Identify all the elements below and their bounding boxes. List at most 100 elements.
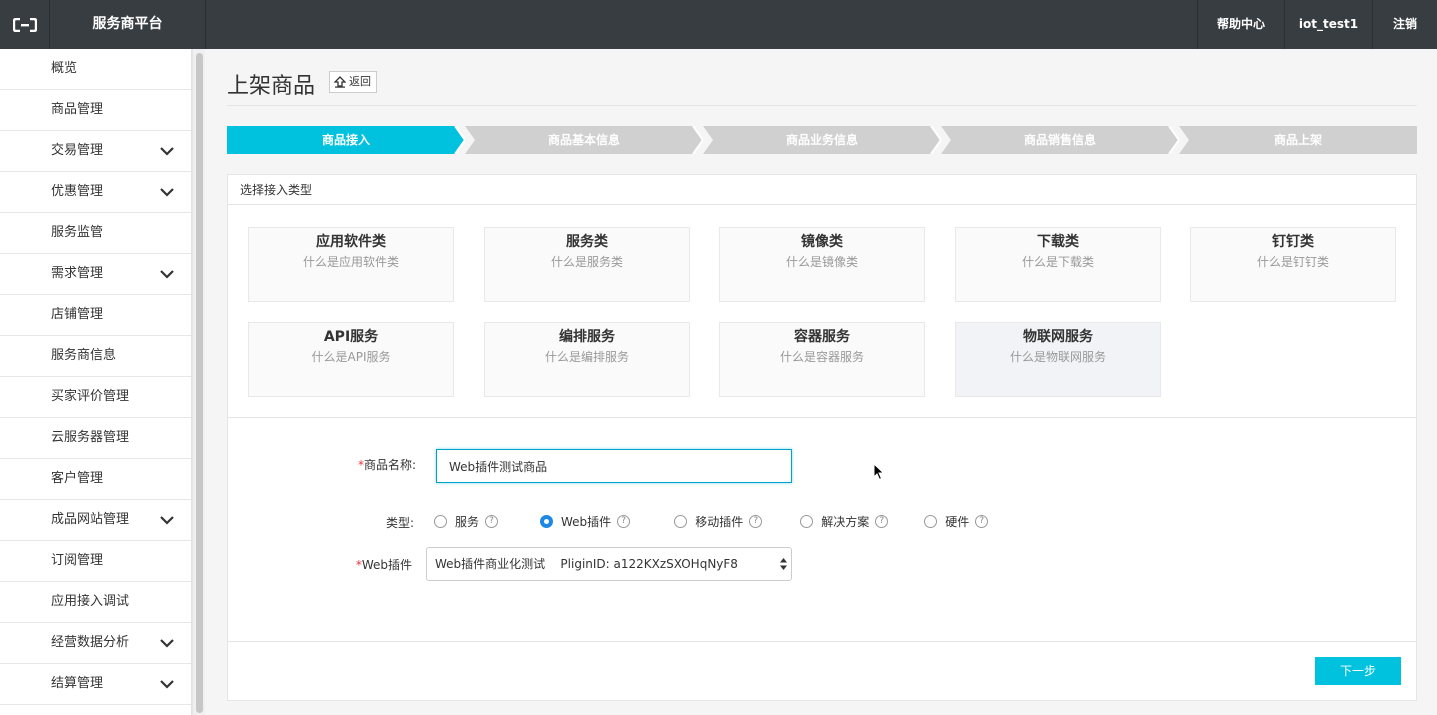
type-card[interactable]: 应用软件类 什么是应用软件类	[248, 227, 454, 302]
type-card-help-link[interactable]: 什么是物联网服务	[956, 350, 1160, 364]
sidebar-item-label: 服务商信息	[51, 348, 117, 363]
type-card-help-link[interactable]: 什么是应用软件类	[249, 255, 453, 269]
type-radio-option[interactable]: 移动插件?	[674, 513, 763, 530]
sidebar-scroll-thumb[interactable]	[196, 53, 203, 713]
type-card[interactable]: 服务类 什么是服务类	[484, 227, 690, 302]
type-card[interactable]: API服务 什么是API服务	[248, 322, 454, 397]
mouse-cursor-icon	[873, 463, 885, 481]
sidebar-item[interactable]: 结算管理	[0, 664, 191, 705]
sidebar-item-label: 应用接入调试	[51, 594, 130, 609]
next-step-button[interactable]: 下一步	[1315, 657, 1401, 685]
help-question-icon[interactable]: ?	[975, 514, 989, 528]
radio-label: 服务	[455, 514, 480, 529]
type-card-help-link[interactable]: 什么是钉钉类	[1191, 255, 1395, 269]
type-card[interactable]: 镜像类 什么是镜像类	[719, 227, 925, 302]
user-account-link[interactable]: iot_test1	[1284, 0, 1372, 49]
chevron-down-icon[interactable]	[159, 186, 175, 198]
sidebar-item[interactable]: 交易管理	[0, 131, 191, 172]
sidebar-item-label: 订阅管理	[51, 553, 104, 568]
sidebar-item[interactable]: 成品网站管理	[0, 500, 191, 541]
main-content: 上架商品 返回 商品接入 商品基本信息 商品业务信息 商品销售信息 商品上架 选择接入类…	[205, 49, 1437, 715]
sidebar-item[interactable]: 云服务器管理	[0, 418, 191, 459]
help-question-icon[interactable]: ?	[749, 514, 763, 528]
type-radio-option[interactable]: 服务?	[434, 513, 499, 530]
product-name-input[interactable]	[436, 449, 792, 483]
type-card-help-link[interactable]: 什么是镜像类	[720, 255, 924, 269]
chevron-down-icon[interactable]	[159, 514, 175, 526]
sidebar-item[interactable]: 优惠管理	[0, 172, 191, 213]
type-card[interactable]: 容器服务 什么是容器服务	[719, 322, 925, 397]
radio-unchecked-icon[interactable]	[434, 514, 447, 528]
sidebar-scrollbar[interactable]	[192, 49, 205, 715]
access-type-card: 选择接入类型 应用软件类 什么是应用软件类 服务类 什么是服务类 镜像类 什么是镜像类 下载…	[227, 174, 1417, 701]
product-name-label-text: 商品名称:	[363, 458, 416, 472]
help-question-icon[interactable]: ?	[617, 514, 631, 528]
aliyun-logo-icon[interactable]	[0, 0, 50, 49]
radio-label: 解决方案	[821, 514, 870, 529]
back-button[interactable]: 返回	[329, 71, 377, 93]
top-bar: 服务商平台 帮助中心 iot_test1 注销	[0, 0, 1437, 49]
sidebar-item[interactable]: 服务商信息	[0, 336, 191, 377]
type-card-help-link[interactable]: 什么是下载类	[956, 255, 1160, 269]
chevron-down-icon[interactable]	[159, 637, 175, 649]
logout-link[interactable]: 注销	[1372, 0, 1437, 49]
web-plugin-label-text: Web插件	[361, 558, 412, 572]
type-card[interactable]: 编排服务什么是编排服务	[484, 322, 690, 397]
sidebar-item[interactable]: 客户管理	[0, 459, 191, 500]
sidebar-item-label: 需求管理	[51, 266, 104, 281]
type-card-name: 服务类	[566, 234, 608, 250]
radio-label: 移动插件	[695, 514, 744, 529]
radio-label: 硬件	[945, 514, 970, 529]
sidebar-item-label: 云服务器管理	[51, 430, 130, 445]
radio-checked-icon[interactable]	[540, 514, 554, 528]
type-radio-option[interactable]: 解决方案?	[800, 513, 889, 530]
sidebar-item[interactable]: 服务监管	[0, 213, 191, 254]
type-card-help-link[interactable]: 什么是容器服务	[720, 350, 924, 364]
type-options-grid: 应用软件类 什么是应用软件类 服务类 什么是服务类 镜像类 什么是镜像类 下载类 什么是下载类…	[228, 205, 1416, 418]
type-card-name: 钉钉类	[1272, 234, 1314, 250]
type-card[interactable]: 钉钉类 什么是钉钉类	[1190, 227, 1396, 302]
step-label: 商品上架	[1273, 133, 1322, 147]
radio-unchecked-icon[interactable]	[674, 514, 688, 528]
type-card-help-link[interactable]: 什么是编排服务	[485, 350, 689, 364]
type-label: 类型:	[385, 516, 414, 530]
type-card-name: 编排服务	[559, 329, 615, 345]
form-footer: 下一步	[228, 641, 1416, 701]
web-plugin-select[interactable]: Web插件商业化测试 PliginID: a122KXzSXOHqNyF8	[426, 547, 792, 581]
sidebar-item-label: 买家评价管理	[51, 389, 130, 404]
sidebar-item[interactable]: 买家评价管理	[0, 377, 191, 418]
type-radio-option[interactable]: 硬件?	[924, 513, 989, 530]
chevron-down-icon[interactable]	[159, 678, 175, 690]
sidebar-item-label: 店铺管理	[51, 307, 104, 322]
step-label: 商品基本信息	[547, 133, 620, 147]
help-question-icon[interactable]: ?	[485, 514, 499, 528]
sidebar-item[interactable]: 经营数据分析	[0, 623, 191, 664]
help-question-icon[interactable]: ?	[875, 514, 889, 528]
sidebar-item[interactable]: 需求管理	[0, 254, 191, 295]
sidebar-item[interactable]: 订阅管理	[0, 541, 191, 582]
type-card[interactable]: 物联网服务 什么是物联网服务	[955, 322, 1161, 397]
radio-unchecked-icon[interactable]	[800, 514, 814, 528]
sidebar-item[interactable]: 应用接入调试	[0, 582, 191, 623]
sidebar-item[interactable]: 商品管理	[0, 90, 191, 131]
type-card-help-link[interactable]: 什么是服务类	[485, 255, 689, 269]
type-card-help-link[interactable]: 什么是API服务	[249, 350, 453, 364]
web-plugin-label: *Web插件	[328, 556, 412, 573]
help-center-link[interactable]: 帮助中心	[1197, 0, 1284, 49]
type-radio-group: 服务? Web插件? 移动插件? 解决方案? 硬件?	[434, 513, 989, 530]
back-button-label: 返回	[349, 75, 371, 88]
type-radio-option[interactable]: Web插件?	[540, 513, 631, 530]
step-2: 商品基本信息	[465, 126, 703, 154]
type-card[interactable]: 下载类 什么是下载类	[955, 227, 1161, 302]
step-1: 商品接入	[227, 126, 465, 154]
chevron-down-icon[interactable]	[159, 268, 175, 280]
sidebar-item[interactable]: 店铺管理	[0, 295, 191, 336]
sidebar-item-label: 结算管理	[51, 676, 104, 691]
sidebar-item-label: 服务监管	[51, 225, 104, 240]
step-label: 商品销售信息	[1023, 133, 1096, 147]
sidebar-item[interactable]: 概览	[0, 49, 191, 90]
sidebar-item-label: 客户管理	[51, 471, 104, 486]
radio-unchecked-icon[interactable]	[924, 514, 938, 528]
chevron-down-icon[interactable]	[159, 145, 175, 157]
platform-title[interactable]: 服务商平台	[50, 0, 206, 49]
